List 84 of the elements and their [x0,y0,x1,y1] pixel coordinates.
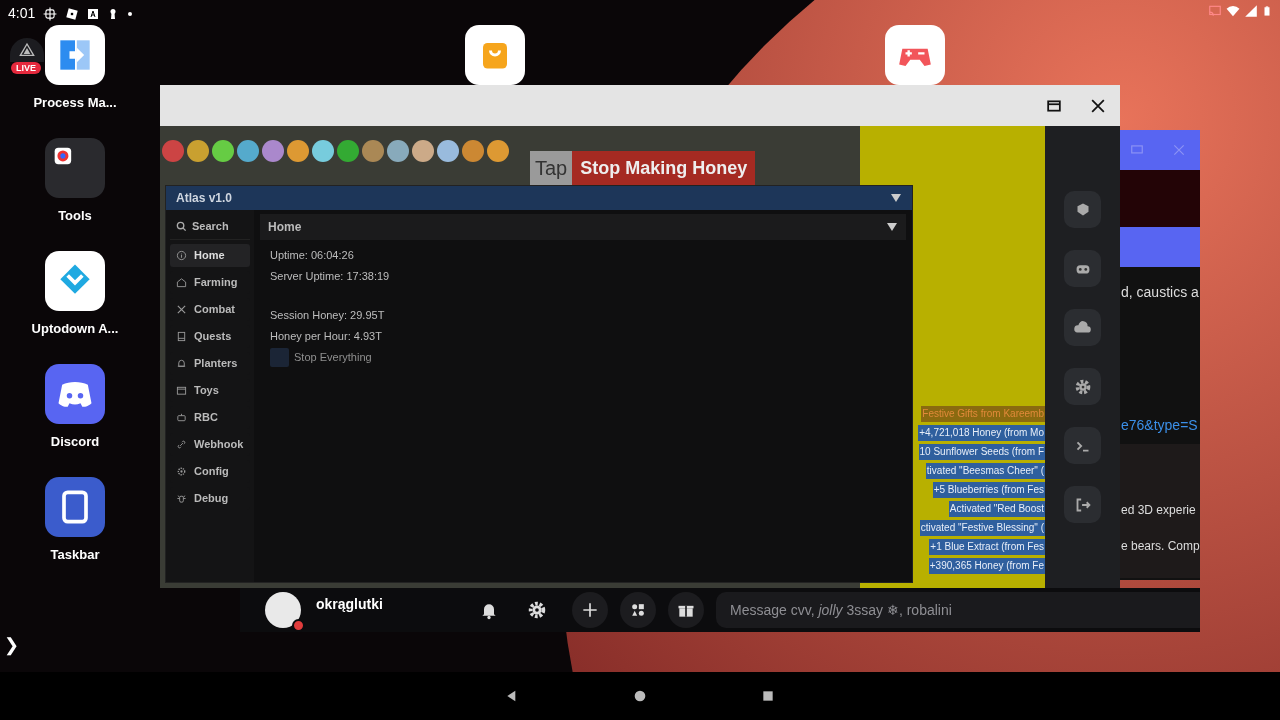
app-label[interactable]: Taskbar [50,545,100,565]
panel-title: Atlas v1.0 [176,190,233,207]
stat-text: Server Uptime: 17:38:19 [270,269,391,284]
close-icon [1091,98,1105,113]
dropdown-icon [886,221,898,233]
robot-icon [176,412,187,423]
log-message: tivated "Beesmas Cheer" ( [925,463,1045,479]
bell-icon [176,358,187,369]
shield-button[interactable] [1064,191,1101,228]
stat-text: Honey per Hour: 4.93T [270,329,383,344]
app-icon[interactable] [45,138,105,198]
home-icon [632,688,648,704]
status-time: 4:01 [8,4,36,23]
close-icon [1172,143,1186,157]
wifi-icon [1226,4,1240,18]
app-label[interactable]: Process Ma... [33,93,117,113]
house-icon [176,277,187,288]
bug-icon [176,493,187,504]
crossed-swords-icon [176,304,187,315]
exit-button[interactable] [1064,486,1101,523]
app-icon[interactable] [45,477,105,537]
username: okrąglutki [316,595,384,614]
gamepad-icon[interactable] [885,25,945,85]
cast-icon [1208,4,1222,18]
prism-triangle-icon [19,42,35,58]
plus-icon [580,600,600,620]
frame-icon [43,6,58,21]
stat-text: Uptime: 06:04:26 [270,248,355,263]
dot-icon [127,10,134,17]
app-icon[interactable] [45,251,105,311]
cloud-button[interactable] [1064,309,1101,346]
snippet-text: ed 3D experie [1121,502,1196,519]
nav-item[interactable]: Home [170,244,250,267]
log-message: +5 Blueberries (from Fes [932,482,1045,498]
log-message: +390,365 Honey (from Fe [928,558,1045,574]
info-icon [176,250,187,261]
link-text[interactable]: e76&type=S [1121,415,1198,436]
battery-icon [1262,4,1272,18]
add-button[interactable] [572,592,608,628]
search-icon [176,221,187,232]
checkbox-label[interactable]: Stop Everything [294,349,372,366]
snippet-text: d, caustics a [1121,283,1199,302]
gamepad-button[interactable] [1064,250,1101,287]
log-message: Activated "Red Boost [948,501,1045,517]
app-label[interactable]: Discord [50,432,100,452]
terminal-button[interactable] [1064,427,1101,464]
apps-button[interactable] [620,592,656,628]
link-icon [176,439,187,450]
maximize-icon [1130,143,1144,157]
collapse-icon [890,192,902,204]
live-widget[interactable] [10,38,44,62]
log-message: ctivated "Festive Blessing" ( [919,520,1045,536]
live-badge: LIVE [11,62,41,74]
stat-text: Session Honey: 29.95T [270,308,386,323]
avatar-icon[interactable] [265,592,301,628]
app-label[interactable]: Uptodown A... [31,319,119,339]
book-icon [176,331,187,342]
app-icon[interactable] [45,364,105,424]
search-field[interactable]: Search [170,214,250,240]
letter-tile-icon [87,7,100,20]
checkbox[interactable] [270,348,289,367]
settings-icon [526,599,548,621]
message-field[interactable]: Message cvv, jolly 3ssay ❄, robalini [716,592,1200,628]
gear-icon [176,466,187,477]
edge-handle[interactable]: ❯ [4,632,19,659]
page-title: Home [268,219,302,236]
log-message: Festive Gifts from Kareemb [921,406,1045,422]
log-message: +4,721,018 Honey (from Mo [918,425,1045,441]
stop-making-honey-button[interactable]: Stop Making Honey [572,151,756,185]
log-message: +1 Blue Extract (from Fes [929,539,1045,555]
key-hint: Tap [530,151,573,185]
maximize-icon [1047,98,1061,113]
log-message: 10 Sunflower Seeds (from F [918,444,1045,460]
settings-button[interactable] [1064,368,1101,405]
close-button[interactable] [1090,97,1106,114]
maximize-button[interactable] [1046,97,1062,114]
calendar-icon [176,385,187,396]
recents-icon [760,688,776,704]
app-label[interactable]: Tools [58,206,92,226]
gift-button[interactable] [668,592,704,628]
shopping-bag-icon[interactable] [465,25,525,85]
app-icon[interactable] [45,25,105,85]
signal-icon [1244,4,1258,18]
snippet-text: e bears. Comp [1121,538,1200,555]
